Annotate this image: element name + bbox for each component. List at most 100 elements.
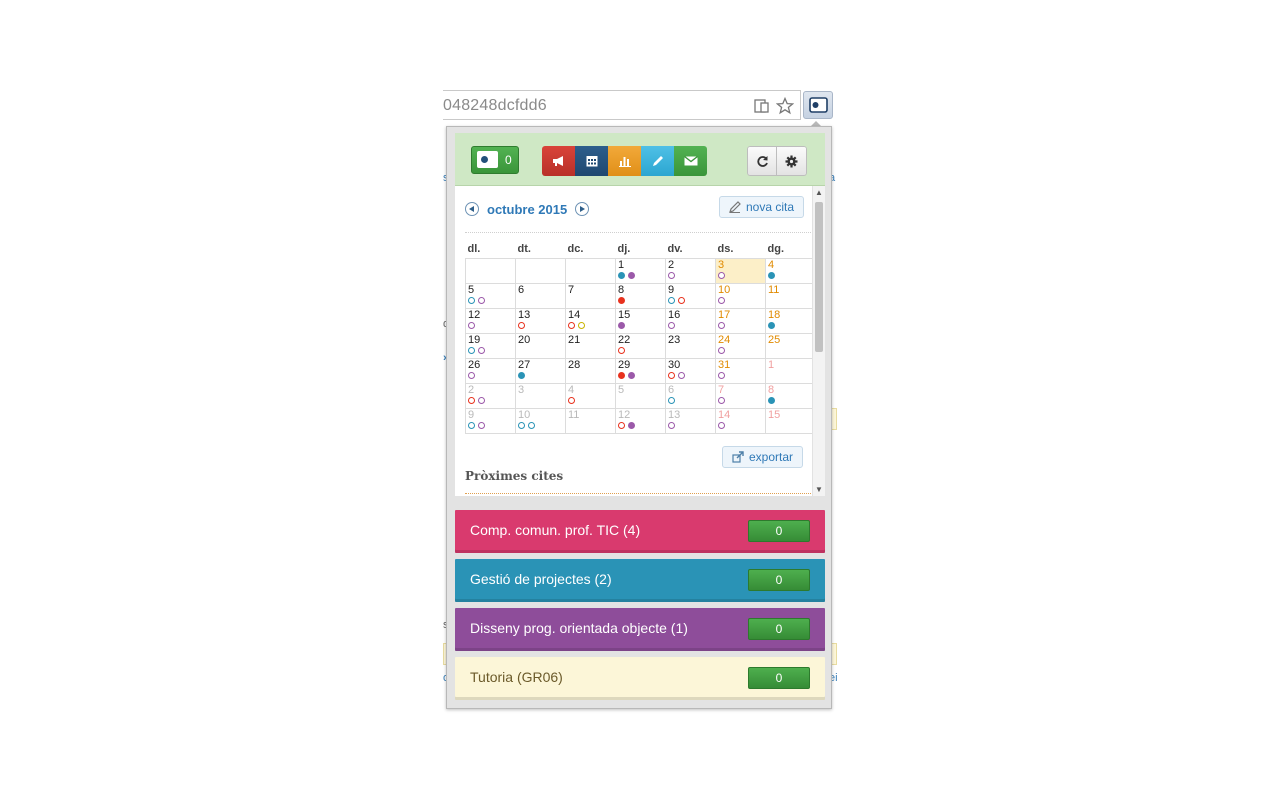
stats-button[interactable] xyxy=(608,146,641,176)
event-dot-outline[interactable] xyxy=(468,422,475,429)
event-dot-outline[interactable] xyxy=(478,397,485,404)
calendar-day-cell[interactable]: 5 xyxy=(615,383,666,409)
event-dot-outline[interactable] xyxy=(618,347,625,354)
calendar-day-cell[interactable]: 10 xyxy=(715,283,766,309)
calendar-day-cell[interactable]: 29 xyxy=(615,358,666,384)
calendar-day-cell[interactable]: 15 xyxy=(615,308,666,334)
event-dot-outline[interactable] xyxy=(718,272,725,279)
calendar-day-cell[interactable]: 24 xyxy=(715,333,766,359)
event-dot-outline[interactable] xyxy=(718,422,725,429)
calendar-day-cell[interactable]: 13 xyxy=(515,308,566,334)
event-dot-outline[interactable] xyxy=(578,322,585,329)
event-dot-filled[interactable] xyxy=(518,372,525,379)
url-text[interactable]: 048248dcfdd6 xyxy=(443,97,547,115)
event-dot-outline[interactable] xyxy=(468,372,475,379)
event-dot-filled[interactable] xyxy=(768,397,775,404)
calendar-day-cell[interactable]: 10 xyxy=(515,408,566,434)
calendar-day-cell[interactable]: 13 xyxy=(665,408,716,434)
event-dot-outline[interactable] xyxy=(468,297,475,304)
scrollbar-thumb[interactable] xyxy=(815,202,823,352)
event-dot-outline[interactable] xyxy=(618,422,625,429)
course-count-badge[interactable]: 0 xyxy=(748,618,810,640)
extension-button[interactable] xyxy=(803,91,833,119)
event-dot-outline[interactable] xyxy=(478,297,485,304)
calendar-button[interactable] xyxy=(575,146,608,176)
event-dot-outline[interactable] xyxy=(718,347,725,354)
event-dot-outline[interactable] xyxy=(668,422,675,429)
settings-button[interactable] xyxy=(777,146,807,176)
calendar-day-cell[interactable]: 25 xyxy=(765,333,816,359)
calendar-day-cell[interactable]: 15 xyxy=(765,408,816,434)
current-month-label[interactable]: octubre 2015 xyxy=(487,202,567,217)
course-row[interactable]: Disseny prog. orientada objecte (1) 0 xyxy=(455,608,825,651)
event-dot-outline[interactable] xyxy=(718,372,725,379)
calendar-day-cell[interactable]: 9 xyxy=(665,283,716,309)
edit-button[interactable] xyxy=(641,146,674,176)
calendar-day-cell[interactable]: 4 xyxy=(765,258,816,284)
event-dot-outline[interactable] xyxy=(478,347,485,354)
event-dot-outline[interactable] xyxy=(668,322,675,329)
course-row[interactable]: Tutoria (GR06) 0 xyxy=(455,657,825,700)
event-dot-outline[interactable] xyxy=(468,322,475,329)
announcements-button[interactable] xyxy=(542,146,575,176)
course-count-badge[interactable]: 0 xyxy=(748,569,810,591)
event-dot-outline[interactable] xyxy=(478,422,485,429)
calendar-day-cell[interactable]: 3 xyxy=(515,383,566,409)
calendar-day-cell[interactable]: 14 xyxy=(565,308,616,334)
calendar-day-cell[interactable]: 7 xyxy=(565,283,616,309)
calendar-day-cell[interactable]: 30 xyxy=(665,358,716,384)
star-icon[interactable] xyxy=(775,96,795,115)
calendar-day-cell[interactable]: 8 xyxy=(765,383,816,409)
calendar-day-cell[interactable]: 6 xyxy=(665,383,716,409)
event-dot-outline[interactable] xyxy=(668,272,675,279)
refresh-button[interactable] xyxy=(747,146,777,176)
event-dot-outline[interactable] xyxy=(678,372,685,379)
course-row[interactable]: Comp. comun. prof. TIC (4) 0 xyxy=(455,510,825,553)
event-dot-outline[interactable] xyxy=(568,322,575,329)
scroll-down-icon[interactable]: ▼ xyxy=(815,485,823,494)
event-dot-outline[interactable] xyxy=(518,422,525,429)
event-dot-outline[interactable] xyxy=(568,397,575,404)
event-dot-filled[interactable] xyxy=(618,322,625,329)
event-dot-outline[interactable] xyxy=(718,297,725,304)
new-event-button[interactable]: nova cita xyxy=(719,196,805,218)
calendar-day-cell[interactable]: 6 xyxy=(515,283,566,309)
calendar-day-cell[interactable]: 11 xyxy=(565,408,616,434)
course-row[interactable]: Gestió de projectes (2) 0 xyxy=(455,559,825,602)
event-dot-outline[interactable] xyxy=(678,297,685,304)
calendar-day-cell[interactable]: 17 xyxy=(715,308,766,334)
calendar-day-cell[interactable]: 4 xyxy=(565,383,616,409)
calendar-day-cell[interactable]: 22 xyxy=(615,333,666,359)
event-dot-filled[interactable] xyxy=(618,272,625,279)
event-dot-filled[interactable] xyxy=(618,372,625,379)
event-dot-filled[interactable] xyxy=(628,372,635,379)
calendar-day-cell[interactable]: 23 xyxy=(665,333,716,359)
course-count-badge[interactable]: 0 xyxy=(748,520,810,542)
event-dot-outline[interactable] xyxy=(468,347,475,354)
calendar-day-cell[interactable]: 3 xyxy=(715,258,766,284)
event-dot-filled[interactable] xyxy=(768,272,775,279)
notifications-button[interactable]: 0 xyxy=(471,146,519,174)
event-dot-outline[interactable] xyxy=(718,397,725,404)
calendar-scrollbar[interactable]: ▲ ▼ xyxy=(812,186,825,496)
next-month-button[interactable] xyxy=(575,202,590,216)
calendar-day-cell[interactable]: 1 xyxy=(765,358,816,384)
event-dot-filled[interactable] xyxy=(768,322,775,329)
event-dot-outline[interactable] xyxy=(528,422,535,429)
event-dot-outline[interactable] xyxy=(518,322,525,329)
scroll-up-icon[interactable]: ▲ xyxy=(815,188,823,197)
address-bar[interactable]: 048248dcfdd6 xyxy=(443,90,801,120)
event-dot-outline[interactable] xyxy=(668,397,675,404)
calendar-day-cell[interactable]: 11 xyxy=(765,283,816,309)
calendar-day-cell[interactable]: 8 xyxy=(615,283,666,309)
calendar-day-cell[interactable]: 21 xyxy=(565,333,616,359)
event-dot-outline[interactable] xyxy=(668,297,675,304)
event-dot-outline[interactable] xyxy=(718,322,725,329)
event-dot-filled[interactable] xyxy=(628,272,635,279)
calendar-day-cell[interactable]: 7 xyxy=(715,383,766,409)
reader-mode-icon[interactable] xyxy=(753,97,771,115)
export-button[interactable]: exportar xyxy=(722,446,804,468)
event-dot-outline[interactable] xyxy=(468,397,475,404)
calendar-day-cell[interactable]: 26 xyxy=(465,358,516,384)
event-dot-filled[interactable] xyxy=(628,422,635,429)
